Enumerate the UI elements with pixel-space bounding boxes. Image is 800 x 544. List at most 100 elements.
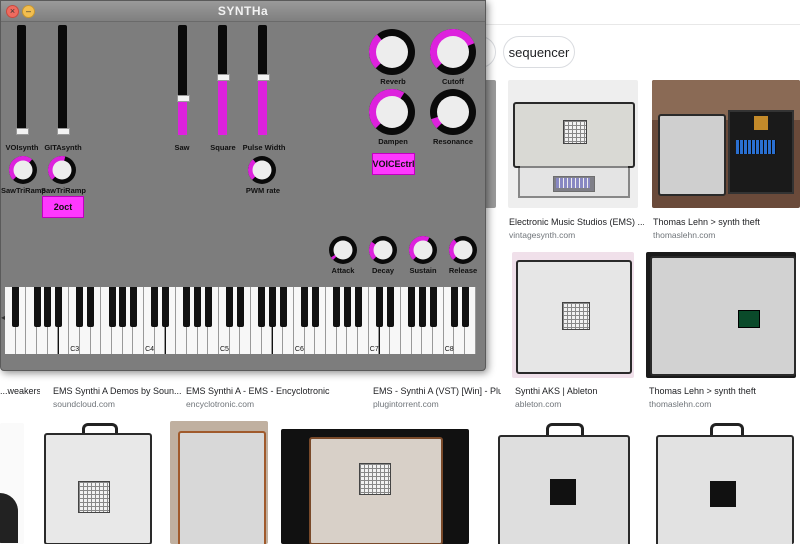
resonance-knob[interactable]	[429, 88, 477, 136]
black-key[interactable]	[343, 287, 351, 327]
result-title[interactable]: ...weakers...	[0, 386, 40, 396]
saw-slider[interactable]	[177, 25, 190, 135]
black-key[interactable]	[226, 287, 234, 327]
black-key[interactable]	[108, 287, 116, 327]
black-key[interactable]	[429, 287, 437, 327]
black-key[interactable]	[12, 287, 20, 327]
black-key[interactable]	[183, 287, 191, 327]
filter-chip-sequencer[interactable]: sequencer	[503, 36, 575, 68]
result-image-synthi-aks[interactable]	[512, 252, 634, 378]
black-key[interactable]	[354, 287, 362, 327]
voice-ctrl-button[interactable]: VOICEctrl	[372, 153, 415, 175]
release-label: Release	[448, 266, 478, 275]
octave-label: C6	[294, 346, 304, 353]
result-source[interactable]: vintagesynth.com	[509, 230, 575, 240]
cutoff-label: Cutoff	[441, 77, 465, 86]
pulse-width-slider[interactable]	[257, 25, 270, 135]
black-key[interactable]	[279, 287, 287, 327]
black-key[interactable]	[376, 287, 383, 327]
black-key[interactable]	[44, 287, 52, 327]
square-slider[interactable]	[217, 25, 230, 135]
black-key[interactable]	[301, 287, 309, 327]
black-key[interactable]	[450, 287, 458, 327]
black-key[interactable]	[76, 287, 84, 327]
result-image-row3-4[interactable]	[281, 429, 469, 544]
black-key[interactable]	[418, 287, 426, 327]
attack-label: Attack	[331, 266, 355, 275]
chip-label: sequencer	[508, 44, 570, 60]
black-key[interactable]	[55, 287, 62, 327]
title-bar[interactable]: × – SYNTHa	[1, 1, 485, 22]
saw-label: Saw	[174, 143, 190, 152]
synth-window: × – SYNTHa VOIsynth GITAsynth Saw Square…	[0, 0, 486, 371]
result-title[interactable]: EMS Synthi A - EMS - Encyclotronic	[186, 386, 364, 396]
black-key[interactable]	[258, 287, 266, 327]
pwm-rate-label: PWM rate	[245, 186, 281, 195]
attack-knob[interactable]	[328, 235, 358, 265]
voisynth-label: VOIsynth	[5, 143, 39, 152]
result-title[interactable]: Synthi AKS | Ableton	[515, 386, 640, 396]
dampen-knob[interactable]	[368, 88, 416, 136]
result-image-row3-6[interactable]	[652, 421, 794, 544]
black-key[interactable]	[204, 287, 212, 327]
black-key[interactable]	[33, 287, 41, 327]
top-divider	[484, 24, 800, 25]
black-key[interactable]	[151, 287, 159, 327]
result-source[interactable]: ableton.com	[515, 399, 561, 409]
result-image-ems-case[interactable]	[508, 80, 638, 208]
sawtriramp-label-2: SawTriRamp	[41, 186, 87, 195]
octave-button[interactable]: 2oct	[42, 196, 84, 218]
result-source[interactable]: plugintorrent.com	[373, 399, 439, 409]
black-key[interactable]	[236, 287, 244, 327]
result-title[interactable]: Electronic Music Studios (EMS) ...	[509, 217, 644, 227]
octave-label: C7	[369, 346, 379, 353]
cutoff-knob[interactable]	[429, 28, 477, 76]
result-source[interactable]: soundcloud.com	[53, 399, 115, 409]
black-key[interactable]	[269, 287, 276, 327]
octave-label: C8	[444, 346, 454, 353]
result-source[interactable]: thomaslehn.com	[653, 230, 715, 240]
result-image-row3-1[interactable]	[0, 423, 24, 544]
black-key[interactable]	[162, 287, 169, 327]
result-image-row3-3[interactable]	[170, 421, 268, 544]
result-source[interactable]: thomaslehn.com	[649, 399, 711, 409]
pwm-rate-knob[interactable]	[247, 155, 277, 185]
voice-ctrl-label: VOICEctrl	[372, 159, 415, 169]
result-title[interactable]: EMS Synthi A Demos by Soun...	[53, 386, 181, 396]
reverb-label: Reverb	[380, 77, 406, 86]
result-image-row3-2[interactable]	[38, 421, 156, 544]
black-key[interactable]	[461, 287, 469, 327]
result-title[interactable]: EMS - Synthi A (VST) [Win] - Plu...	[373, 386, 501, 396]
result-source[interactable]: encyclotronic.com	[186, 399, 254, 409]
black-key[interactable]	[119, 287, 127, 327]
voisynth-slider[interactable]	[16, 25, 29, 135]
black-key[interactable]	[408, 287, 416, 327]
pulse-width-label: Pulse Width	[242, 143, 286, 152]
sustain-label: Sustain	[409, 266, 437, 275]
sawtriramp-label-1: SawTriRamp	[1, 186, 47, 195]
resonance-label: Resonance	[432, 137, 474, 146]
gitasynth-label: GITAsynth	[44, 143, 82, 152]
black-key[interactable]	[194, 287, 202, 327]
result-title[interactable]: Thomas Lehn > synth theft	[649, 386, 797, 396]
black-key[interactable]	[333, 287, 341, 327]
octave-label: C5	[220, 346, 229, 353]
decay-knob[interactable]	[368, 235, 398, 265]
black-key[interactable]	[386, 287, 394, 327]
black-key[interactable]	[87, 287, 95, 327]
piano-keyboard[interactable]: C3 C4 C5 C6 C7 C8	[5, 287, 476, 354]
sustain-knob[interactable]	[408, 235, 438, 265]
release-knob[interactable]	[448, 235, 478, 265]
result-image-row3-5[interactable]	[486, 421, 638, 544]
result-title[interactable]: Thomas Lehn > synth theft	[653, 217, 798, 227]
result-image-thomas-lehn-2[interactable]	[646, 252, 796, 378]
result-image-thomas-lehn-synth[interactable]	[652, 80, 800, 208]
decay-label: Decay	[371, 266, 395, 275]
dampen-label: Dampen	[378, 137, 408, 146]
sawtriramp-knob-2[interactable]	[47, 155, 77, 185]
gitasynth-slider[interactable]	[57, 25, 70, 135]
sawtriramp-knob-1[interactable]	[8, 155, 38, 185]
reverb-knob[interactable]	[368, 28, 416, 76]
black-key[interactable]	[129, 287, 137, 327]
black-key[interactable]	[311, 287, 319, 327]
